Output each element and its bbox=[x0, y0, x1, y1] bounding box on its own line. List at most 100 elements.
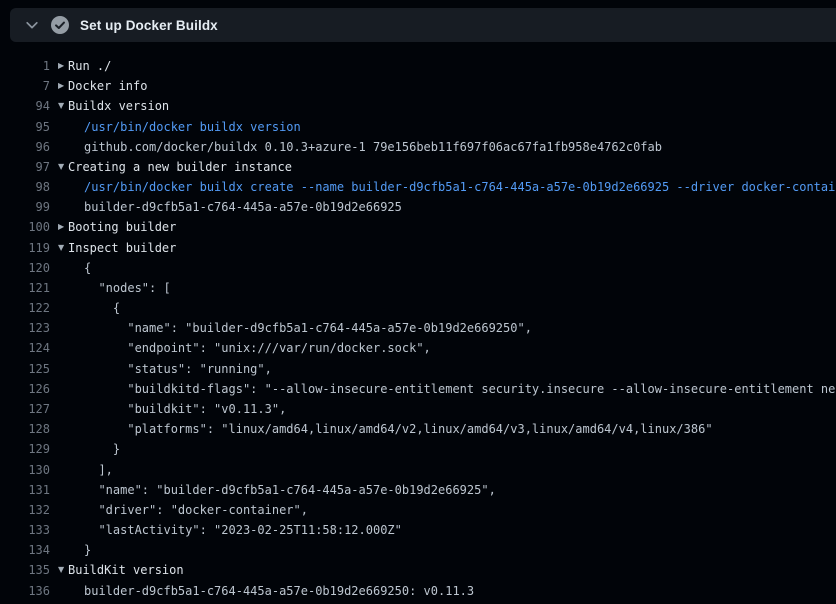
line-content: github.com/docker/buildx 0.10.3+azure-1 … bbox=[84, 140, 662, 154]
output-text: builder-d9cfb5a1-c764-445a-a57e-0b19d2e6… bbox=[84, 200, 402, 214]
line-number[interactable]: 129 bbox=[0, 442, 50, 456]
line-content: "buildkitd-flags": "--allow-insecure-ent… bbox=[84, 382, 836, 396]
actions-log-viewer: Set up Docker Buildx 1▶Run ./7▶Docker in… bbox=[0, 0, 836, 604]
log-group-line[interactable]: 135 ▼BuildKit version bbox=[0, 560, 836, 580]
line-content: } bbox=[84, 543, 91, 557]
line-content: ▶Run ./ bbox=[58, 59, 111, 73]
line-content: ▼BuildKit version bbox=[58, 563, 184, 577]
group-title: Inspect builder bbox=[68, 241, 176, 255]
check-circle-icon bbox=[51, 16, 69, 34]
log-group-line[interactable]: 7 ▶Docker info bbox=[0, 76, 836, 96]
triangle-down-icon[interactable]: ▼ bbox=[58, 244, 68, 252]
line-number[interactable]: 123 bbox=[0, 321, 50, 335]
line-number[interactable]: 135 bbox=[0, 563, 50, 577]
triangle-down-icon[interactable]: ▼ bbox=[58, 163, 68, 171]
line-content: "nodes": [ bbox=[84, 281, 171, 295]
line-content: builder-d9cfb5a1-c764-445a-a57e-0b19d2e6… bbox=[84, 200, 402, 214]
line-content: "name": "builder-d9cfb5a1-c764-445a-a57e… bbox=[84, 321, 532, 335]
line-number[interactable]: 136 bbox=[0, 584, 50, 598]
line-content: ▼Creating a new builder instance bbox=[58, 160, 292, 174]
log-line: 134} bbox=[0, 540, 836, 560]
output-text: "nodes": [ bbox=[84, 281, 171, 295]
log-group-line[interactable]: 119 ▼Inspect builder bbox=[0, 238, 836, 258]
line-number[interactable]: 128 bbox=[0, 422, 50, 436]
log-group-line[interactable]: 97 ▼Creating a new builder instance bbox=[0, 157, 836, 177]
output-text: ], bbox=[84, 463, 113, 477]
step-title: Set up Docker Buildx bbox=[80, 18, 218, 33]
chevron-down-icon[interactable] bbox=[25, 18, 39, 32]
triangle-right-icon[interactable]: ▶ bbox=[58, 62, 68, 70]
triangle-down-icon[interactable]: ▼ bbox=[58, 566, 68, 574]
line-content: "platforms": "linux/amd64,linux/amd64/v2… bbox=[84, 422, 713, 436]
line-number[interactable]: 133 bbox=[0, 523, 50, 537]
line-number[interactable]: 119 bbox=[0, 241, 50, 255]
log-line: 128 "platforms": "linux/amd64,linux/amd6… bbox=[0, 419, 836, 439]
log-line: 95/usr/bin/docker buildx version bbox=[0, 117, 836, 137]
line-number[interactable]: 1 bbox=[0, 59, 50, 73]
log-line: 136 builder-d9cfb5a1-c764-445a-a57e-0b19d… bbox=[0, 580, 836, 600]
line-content: "name": "builder-d9cfb5a1-c764-445a-a57e… bbox=[84, 483, 496, 497]
log-line: 96 github.com/docker/buildx 0.10.3+azure-… bbox=[0, 137, 836, 157]
line-content: ▼Inspect builder bbox=[58, 241, 176, 255]
step-header-set-up-docker-buildx[interactable]: Set up Docker Buildx bbox=[10, 8, 836, 42]
line-content: { bbox=[84, 301, 120, 315]
triangle-right-icon[interactable]: ▶ bbox=[58, 223, 68, 231]
output-text: { bbox=[84, 261, 91, 275]
line-content: { bbox=[84, 261, 91, 275]
line-number[interactable]: 134 bbox=[0, 543, 50, 557]
line-number[interactable]: 124 bbox=[0, 341, 50, 355]
line-number[interactable]: 125 bbox=[0, 362, 50, 376]
line-number[interactable]: 127 bbox=[0, 402, 50, 416]
line-content: builder-d9cfb5a1-c764-445a-a57e-0b19d2e6… bbox=[84, 584, 474, 598]
group-title: BuildKit version bbox=[68, 563, 184, 577]
log-line: 129 } bbox=[0, 439, 836, 459]
line-number[interactable]: 120 bbox=[0, 261, 50, 275]
log-line: 123 "name": "builder-d9cfb5a1-c764-445a-… bbox=[0, 318, 836, 338]
line-content: "endpoint": "unix:///var/run/docker.sock… bbox=[84, 341, 431, 355]
line-content: ▶Docker info bbox=[58, 79, 147, 93]
output-text: "name": "builder-d9cfb5a1-c764-445a-a57e… bbox=[84, 321, 532, 335]
line-number[interactable]: 100 bbox=[0, 220, 50, 234]
log-line: 99 builder-d9cfb5a1-c764-445a-a57e-0b19d2… bbox=[0, 197, 836, 217]
line-content: /usr/bin/docker buildx create --name bui… bbox=[84, 180, 836, 194]
line-number[interactable]: 99 bbox=[0, 200, 50, 214]
triangle-down-icon[interactable]: ▼ bbox=[58, 102, 68, 110]
line-content: "buildkit": "v0.11.3", bbox=[84, 402, 286, 416]
log-group-line[interactable]: 100 ▶Booting builder bbox=[0, 217, 836, 237]
log-line: 127 "buildkit": "v0.11.3", bbox=[0, 399, 836, 419]
output-text: "buildkitd-flags": "--allow-insecure-ent… bbox=[84, 382, 836, 396]
output-text: builder-d9cfb5a1-c764-445a-a57e-0b19d2e6… bbox=[84, 584, 474, 598]
line-content: } bbox=[84, 442, 120, 456]
line-content: "lastActivity": "2023-02-25T11:58:12.000… bbox=[84, 523, 402, 537]
line-number[interactable]: 122 bbox=[0, 301, 50, 315]
output-text: "buildkit": "v0.11.3", bbox=[84, 402, 286, 416]
line-number[interactable]: 95 bbox=[0, 120, 50, 134]
line-content: ▶Booting builder bbox=[58, 220, 176, 234]
line-number[interactable]: 126 bbox=[0, 382, 50, 396]
group-title: Booting builder bbox=[68, 220, 176, 234]
line-number[interactable]: 98 bbox=[0, 180, 50, 194]
log-line: 122 { bbox=[0, 298, 836, 318]
line-number[interactable]: 131 bbox=[0, 483, 50, 497]
line-number[interactable]: 97 bbox=[0, 160, 50, 174]
line-number[interactable]: 121 bbox=[0, 281, 50, 295]
line-number[interactable]: 94 bbox=[0, 99, 50, 113]
log-group-line[interactable]: 94 ▼Buildx version bbox=[0, 96, 836, 116]
log-line: 121 "nodes": [ bbox=[0, 278, 836, 298]
output-text: "endpoint": "unix:///var/run/docker.sock… bbox=[84, 341, 431, 355]
log-line: 131 "name": "builder-d9cfb5a1-c764-445a-… bbox=[0, 480, 836, 500]
log-lines: 1▶Run ./7▶Docker info94▼Buildx version95… bbox=[0, 56, 836, 601]
line-content: "status": "running", bbox=[84, 362, 272, 376]
output-text: "status": "running", bbox=[84, 362, 272, 376]
line-content: ▼Buildx version bbox=[58, 99, 169, 113]
line-number[interactable]: 7 bbox=[0, 79, 50, 93]
log-group-line[interactable]: 1 ▶Run ./ bbox=[0, 56, 836, 76]
command-text: /usr/bin/docker buildx create --name bui… bbox=[84, 180, 836, 194]
group-title: Creating a new builder instance bbox=[68, 160, 292, 174]
group-title: Run ./ bbox=[68, 59, 111, 73]
output-text: } bbox=[84, 442, 120, 456]
triangle-right-icon[interactable]: ▶ bbox=[58, 82, 68, 90]
line-number[interactable]: 132 bbox=[0, 503, 50, 517]
line-number[interactable]: 96 bbox=[0, 140, 50, 154]
line-number[interactable]: 130 bbox=[0, 463, 50, 477]
